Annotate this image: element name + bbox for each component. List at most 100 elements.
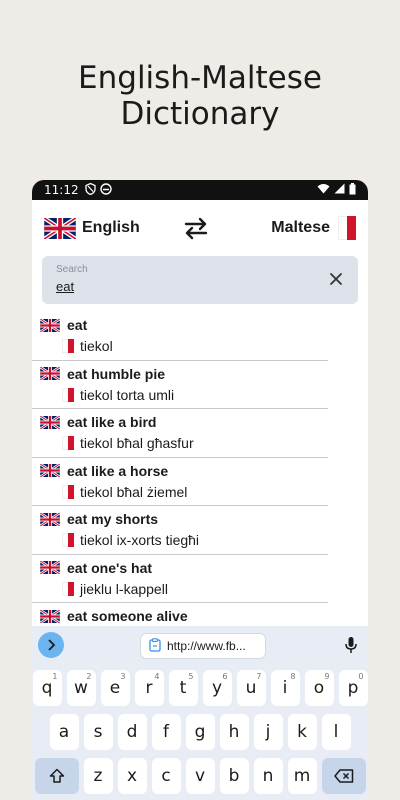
chevron-right-icon[interactable] (38, 632, 64, 658)
result-item[interactable]: eat like a horse tiekol bħal żiemel (32, 458, 328, 506)
clipboard-suggestion-chip[interactable]: http://www.fb... (140, 633, 266, 659)
key-e[interactable]: e3 (100, 670, 130, 706)
key-hint: 0 (358, 672, 364, 681)
key-w[interactable]: w2 (66, 670, 96, 706)
key-label: u (245, 678, 257, 698)
key-f[interactable]: f (151, 714, 181, 750)
result-term: eat one's hat (67, 559, 153, 576)
signal-icon (334, 183, 345, 197)
malta-flag-icon (62, 339, 74, 353)
key-hint: 3 (120, 672, 126, 681)
key-hint: 8 (290, 672, 296, 681)
result-item[interactable]: eat one's hat jieklu l-kappell (32, 555, 328, 603)
microphone-icon[interactable] (344, 636, 358, 654)
search-label: Search (56, 264, 88, 275)
uk-flag-icon (39, 462, 61, 479)
battery-icon (349, 182, 356, 198)
key-hint: 7 (256, 672, 262, 681)
result-translation: tiekol bħal għasfur (80, 435, 194, 451)
key-n[interactable]: n (253, 758, 283, 794)
promo-title: English-Maltese Dictionary (0, 60, 400, 132)
result-item[interactable]: eat like a bird tiekol bħal għasfur (32, 409, 328, 458)
uk-flag-icon (43, 215, 77, 241)
key-label: y (211, 678, 223, 698)
key-j[interactable]: j (253, 714, 283, 750)
app-notification-icon (99, 182, 112, 198)
promo-title-line1: English-Maltese (78, 60, 322, 96)
result-term: eat my shorts (67, 511, 159, 527)
language-bar: English Maltese (32, 200, 368, 256)
target-language-selector[interactable]: Maltese (271, 216, 356, 240)
result-term: eat (67, 317, 88, 333)
key-h[interactable]: h (219, 714, 249, 750)
malta-flag-icon (62, 581, 74, 596)
close-icon[interactable] (328, 271, 344, 287)
keyboard-row-2: asdfghjkl (32, 714, 368, 750)
key-label: o (313, 678, 325, 698)
key-r[interactable]: r4 (134, 670, 164, 706)
result-term: eat like a bird (67, 414, 157, 430)
search-field[interactable]: Search eat (42, 256, 358, 304)
result-translation: tiekol ix-xorts tiegħi (80, 532, 200, 548)
result-term: eat humble pie (67, 365, 166, 382)
results-list: eat tiekol eat humble pie tiekol torta umli… (32, 312, 368, 652)
keyboard-toolbar: http://www.fb... (32, 626, 368, 664)
promo-title-line2: Dictionary (120, 96, 280, 132)
key-o[interactable]: o9 (304, 670, 334, 706)
shield-icon (84, 182, 96, 198)
result-term: eat someone alive (67, 608, 188, 624)
search-input[interactable]: eat (56, 279, 344, 294)
result-item[interactable]: eat tiekol (32, 312, 328, 361)
key-t[interactable]: t5 (168, 670, 198, 706)
uk-flag-icon (39, 317, 61, 333)
result-item[interactable]: eat humble pie tiekol torta umli (32, 361, 328, 409)
key-y[interactable]: y6 (202, 670, 232, 706)
key-hint: 2 (86, 672, 92, 681)
key-hint: 6 (222, 672, 228, 681)
uk-flag-icon (39, 608, 61, 624)
uk-flag-icon (39, 414, 61, 430)
key-d[interactable]: d (117, 714, 147, 750)
keyboard-row-3: zxcvbnm (32, 758, 368, 794)
key-k[interactable]: k (287, 714, 317, 750)
key-i[interactable]: i8 (270, 670, 300, 706)
phone-screen: 11:12 English Maltese Search eat eat tie… (32, 180, 368, 800)
source-language-label: English (82, 219, 140, 236)
key-label: i (282, 678, 288, 698)
key-a[interactable]: a (49, 714, 79, 750)
key-c[interactable]: c (151, 758, 181, 794)
key-p[interactable]: p0 (338, 670, 368, 706)
malta-flag-icon (62, 533, 74, 547)
key-z[interactable]: z (83, 758, 113, 794)
key-hint: 1 (52, 672, 58, 681)
result-item[interactable]: eat my shorts tiekol ix-xorts tiegħi (32, 506, 328, 555)
key-l[interactable]: l (321, 714, 351, 750)
key-hint: 4 (154, 672, 160, 681)
key-u[interactable]: u7 (236, 670, 266, 706)
result-translation: jieklu l-kappell (80, 580, 168, 597)
key-label: p (347, 678, 359, 698)
result-term: eat like a horse (67, 462, 169, 479)
key-g[interactable]: g (185, 714, 215, 750)
malta-flag-icon (338, 216, 356, 240)
key-hint: 9 (324, 672, 330, 681)
key-s[interactable]: s (83, 714, 113, 750)
clipboard-icon (149, 637, 161, 655)
shift-key[interactable] (34, 758, 79, 794)
key-m[interactable]: m (287, 758, 317, 794)
backspace-key[interactable] (321, 758, 366, 794)
key-q[interactable]: q1 (32, 670, 62, 706)
key-b[interactable]: b (219, 758, 249, 794)
source-language-selector[interactable]: English (43, 215, 140, 241)
malta-flag-icon (62, 436, 74, 450)
swap-languages-icon[interactable] (182, 216, 210, 240)
uk-flag-icon (39, 559, 61, 576)
uk-flag-icon (39, 365, 61, 382)
key-v[interactable]: v (185, 758, 215, 794)
key-hint: 5 (188, 672, 194, 681)
key-label: w (74, 678, 88, 698)
status-right (317, 182, 356, 198)
key-x[interactable]: x (117, 758, 147, 794)
status-bar: 11:12 (32, 180, 368, 200)
result-translation: tiekol bħal żiemel (80, 483, 188, 500)
